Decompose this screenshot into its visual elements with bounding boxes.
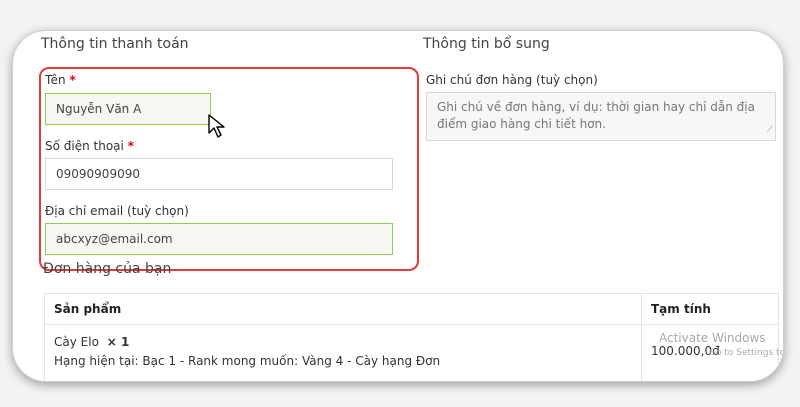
billing-title: Thông tin thanh toán xyxy=(41,36,189,52)
resize-handle-icon[interactable]: ⟋ xyxy=(767,122,773,139)
activate-windows-title: Activate Windows xyxy=(659,331,766,345)
product-column-header: Sản phẩm xyxy=(54,302,122,316)
additional-info-title: Thông tin bổ sung xyxy=(423,36,550,52)
activate-windows-subtitle: Go to Settings to activate xyxy=(709,348,783,358)
mouse-pointer-icon xyxy=(208,114,225,138)
order-notes-placeholder: Ghi chú về đơn hàng, ví dụ: thời gian ha… xyxy=(437,100,755,131)
product-quantity: × 1 xyxy=(106,335,130,349)
column-divider xyxy=(641,294,642,381)
product-name-text: Cày Elo xyxy=(54,335,99,349)
subtotal-column-header: Tạm tính xyxy=(651,302,711,316)
order-notes-label: Ghi chú đơn hàng (tuỳ chọn) xyxy=(426,73,598,87)
order-title: Đơn hàng của bạn xyxy=(43,261,172,277)
screenshot-frame: Thông tin thanh toán Thông tin bổ sung T… xyxy=(12,30,784,382)
order-notes-textarea[interactable]: Ghi chú về đơn hàng, ví dụ: thời gian ha… xyxy=(426,92,776,141)
product-name: Cày Elo × 1 xyxy=(54,335,129,349)
header-divider xyxy=(45,324,778,325)
product-detail: Hạng hiện tại: Bạc 1 - Rank mong muốn: V… xyxy=(54,354,441,368)
order-table: Sản phẩm Tạm tính Cày Elo × 1 Hạng hiện … xyxy=(44,293,783,381)
highlight-box xyxy=(39,67,419,271)
